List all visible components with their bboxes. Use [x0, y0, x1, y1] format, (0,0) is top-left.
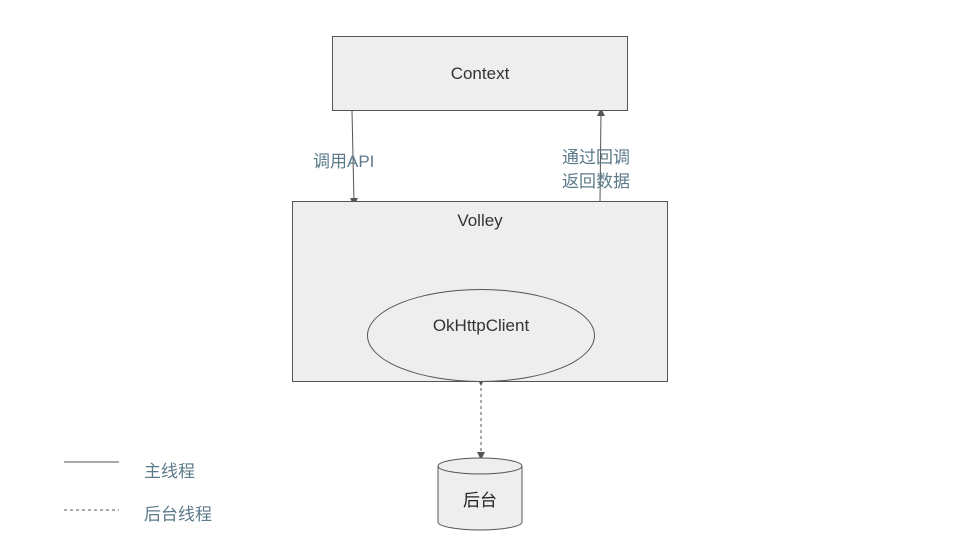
call-api-label: 调用API [313, 152, 375, 171]
callback-label-line2: 返回数据 [562, 172, 630, 191]
legend-background-thread: 后台线程 [144, 505, 212, 524]
okhttpclient-label: OkHttpClient [432, 315, 530, 335]
callback-label: 通过回调 返回数据 [562, 146, 630, 194]
context-label: Context [450, 63, 510, 83]
callback-label-line1: 通过回调 [562, 148, 630, 167]
okhttpclient-node: OkHttpClient [367, 289, 595, 382]
backend-label: 后台 [463, 491, 497, 510]
context-node: Context [332, 36, 628, 111]
volley-node: Volley OkHttpClient [292, 201, 668, 382]
volley-label: Volley [457, 211, 503, 230]
legend-main-thread: 主线程 [144, 462, 195, 481]
